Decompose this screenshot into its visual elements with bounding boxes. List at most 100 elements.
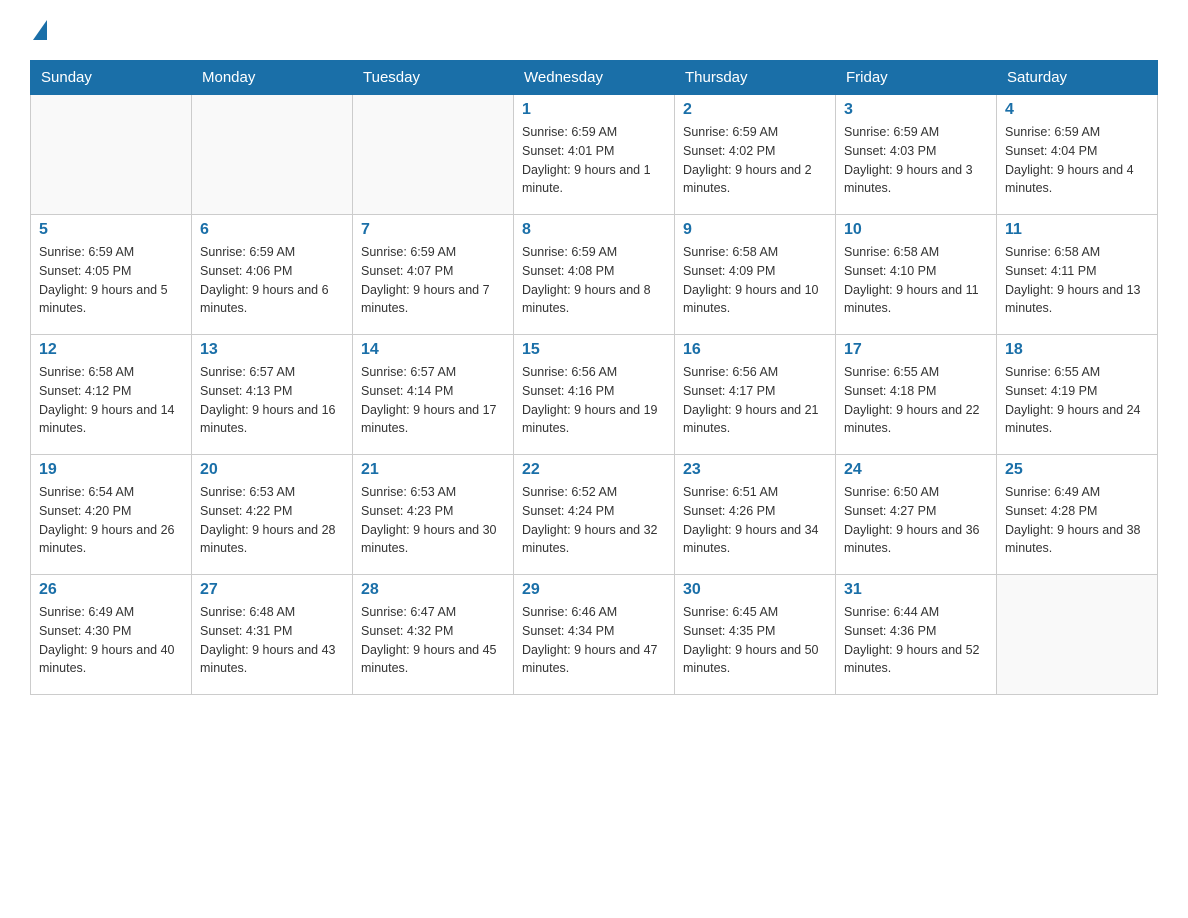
day-number: 19 [39,461,183,479]
week-row-1: 1Sunrise: 6:59 AMSunset: 4:01 PMDaylight… [31,95,1158,215]
day-number: 17 [844,341,988,359]
calendar-cell: 6 Sunrise: 6:59 AMSunset: 4:06 PMDaylight… [192,215,353,335]
week-row-2: 5 Sunrise: 6:59 AMSunset: 4:05 PMDaylight… [31,215,1158,335]
page-header [30,20,1158,42]
day-info: Sunrise: 6:54 AMSunset: 4:20 PMDaylight:… [39,483,183,558]
calendar-cell: 18Sunrise: 6:55 AMSunset: 4:19 PMDayligh… [997,335,1158,455]
week-row-5: 26 Sunrise: 6:49 AMSunset: 4:30 PMDayligh… [31,575,1158,695]
calendar-cell [353,95,514,215]
day-number: 8 [522,221,666,239]
calendar-cell: 30 Sunrise: 6:45 AMSunset: 4:35 PMDayligh… [675,575,836,695]
day-info: Sunrise: 6:49 AMSunset: 4:30 PMDaylight:… [39,603,183,678]
day-info: Sunrise: 6:57 AMSunset: 4:14 PMDaylight:… [361,363,505,438]
calendar-cell: 25 Sunrise: 6:49 AMSunset: 4:28 PMDayligh… [997,455,1158,575]
calendar-cell [997,575,1158,695]
calendar-cell: 3 Sunrise: 6:59 AMSunset: 4:03 PMDaylight… [836,95,997,215]
day-info: Sunrise: 6:44 AMSunset: 4:36 PMDaylight:… [844,603,988,678]
day-info: Sunrise: 6:58 AMSunset: 4:11 PMDaylight:… [1005,243,1149,318]
day-number: 14 [361,341,505,359]
calendar-cell: 22Sunrise: 6:52 AMSunset: 4:24 PMDayligh… [514,455,675,575]
day-info: Sunrise: 6:48 AMSunset: 4:31 PMDaylight:… [200,603,344,678]
calendar-cell: 27 Sunrise: 6:48 AMSunset: 4:31 PMDayligh… [192,575,353,695]
day-number: 5 [39,221,183,239]
calendar-cell: 17 Sunrise: 6:55 AMSunset: 4:18 PMDayligh… [836,335,997,455]
day-info: Sunrise: 6:57 AMSunset: 4:13 PMDaylight:… [200,363,344,438]
calendar-cell: 14 Sunrise: 6:57 AMSunset: 4:14 PMDayligh… [353,335,514,455]
calendar-header: SundayMondayTuesdayWednesdayThursdayFrid… [31,61,1158,95]
calendar-cell: 1Sunrise: 6:59 AMSunset: 4:01 PMDaylight… [514,95,675,215]
calendar-cell: 2 Sunrise: 6:59 AMSunset: 4:02 PMDaylight… [675,95,836,215]
day-number: 25 [1005,461,1149,479]
day-number: 24 [844,461,988,479]
day-number: 30 [683,581,827,599]
week-row-4: 19 Sunrise: 6:54 AMSunset: 4:20 PMDayligh… [31,455,1158,575]
day-info: Sunrise: 6:56 AMSunset: 4:16 PMDaylight:… [522,363,666,438]
header-day-monday: Monday [192,61,353,95]
day-info: Sunrise: 6:55 AMSunset: 4:18 PMDaylight:… [844,363,988,438]
calendar-cell: 23 Sunrise: 6:51 AMSunset: 4:26 PMDayligh… [675,455,836,575]
day-info: Sunrise: 6:59 AMSunset: 4:03 PMDaylight:… [844,123,988,198]
day-info: Sunrise: 6:59 AMSunset: 4:02 PMDaylight:… [683,123,827,198]
header-day-wednesday: Wednesday [514,61,675,95]
day-number: 6 [200,221,344,239]
calendar-cell: 15 Sunrise: 6:56 AMSunset: 4:16 PMDayligh… [514,335,675,455]
day-number: 22 [522,461,666,479]
day-number: 29 [522,581,666,599]
header-day-thursday: Thursday [675,61,836,95]
day-info: Sunrise: 6:59 AMSunset: 4:07 PMDaylight:… [361,243,505,318]
day-number: 20 [200,461,344,479]
calendar-table: SundayMondayTuesdayWednesdayThursdayFrid… [30,60,1158,695]
day-info: Sunrise: 6:51 AMSunset: 4:26 PMDaylight:… [683,483,827,558]
calendar-cell: 8 Sunrise: 6:59 AMSunset: 4:08 PMDaylight… [514,215,675,335]
header-day-tuesday: Tuesday [353,61,514,95]
calendar-cell: 12 Sunrise: 6:58 AMSunset: 4:12 PMDayligh… [31,335,192,455]
header-row: SundayMondayTuesdayWednesdayThursdayFrid… [31,61,1158,95]
calendar-cell: 29 Sunrise: 6:46 AMSunset: 4:34 PMDayligh… [514,575,675,695]
day-number: 7 [361,221,505,239]
header-day-friday: Friday [836,61,997,95]
calendar-cell: 5 Sunrise: 6:59 AMSunset: 4:05 PMDaylight… [31,215,192,335]
day-info: Sunrise: 6:53 AMSunset: 4:23 PMDaylight:… [361,483,505,558]
day-info: Sunrise: 6:55 AMSunset: 4:19 PMDaylight:… [1005,363,1149,438]
logo [30,20,47,42]
calendar-cell: 31 Sunrise: 6:44 AMSunset: 4:36 PMDayligh… [836,575,997,695]
day-number: 4 [1005,101,1149,119]
day-number: 16 [683,341,827,359]
calendar-cell: 28Sunrise: 6:47 AMSunset: 4:32 PMDayligh… [353,575,514,695]
calendar-cell: 4 Sunrise: 6:59 AMSunset: 4:04 PMDaylight… [997,95,1158,215]
day-number: 2 [683,101,827,119]
day-info: Sunrise: 6:59 AMSunset: 4:08 PMDaylight:… [522,243,666,318]
day-number: 31 [844,581,988,599]
week-row-3: 12 Sunrise: 6:58 AMSunset: 4:12 PMDayligh… [31,335,1158,455]
day-number: 3 [844,101,988,119]
calendar-cell: 11 Sunrise: 6:58 AMSunset: 4:11 PMDayligh… [997,215,1158,335]
day-number: 12 [39,341,183,359]
calendar-cell: 13 Sunrise: 6:57 AMSunset: 4:13 PMDayligh… [192,335,353,455]
calendar-cell [31,95,192,215]
calendar-cell: 21Sunrise: 6:53 AMSunset: 4:23 PMDayligh… [353,455,514,575]
day-info: Sunrise: 6:47 AMSunset: 4:32 PMDaylight:… [361,603,505,678]
calendar-cell: 26 Sunrise: 6:49 AMSunset: 4:30 PMDayligh… [31,575,192,695]
day-number: 13 [200,341,344,359]
day-info: Sunrise: 6:49 AMSunset: 4:28 PMDaylight:… [1005,483,1149,558]
day-number: 15 [522,341,666,359]
calendar-cell: 10 Sunrise: 6:58 AMSunset: 4:10 PMDayligh… [836,215,997,335]
day-info: Sunrise: 6:59 AMSunset: 4:04 PMDaylight:… [1005,123,1149,198]
day-number: 10 [844,221,988,239]
day-info: Sunrise: 6:59 AMSunset: 4:05 PMDaylight:… [39,243,183,318]
day-info: Sunrise: 6:59 AMSunset: 4:01 PMDaylight:… [522,123,666,198]
day-info: Sunrise: 6:58 AMSunset: 4:10 PMDaylight:… [844,243,988,318]
header-day-saturday: Saturday [997,61,1158,95]
calendar-cell: 16Sunrise: 6:56 AMSunset: 4:17 PMDayligh… [675,335,836,455]
day-number: 11 [1005,221,1149,239]
day-number: 27 [200,581,344,599]
day-info: Sunrise: 6:46 AMSunset: 4:34 PMDaylight:… [522,603,666,678]
day-info: Sunrise: 6:45 AMSunset: 4:35 PMDaylight:… [683,603,827,678]
calendar-cell [192,95,353,215]
day-number: 23 [683,461,827,479]
day-number: 26 [39,581,183,599]
day-number: 9 [683,221,827,239]
day-info: Sunrise: 6:58 AMSunset: 4:12 PMDaylight:… [39,363,183,438]
day-info: Sunrise: 6:59 AMSunset: 4:06 PMDaylight:… [200,243,344,318]
calendar-cell: 24Sunrise: 6:50 AMSunset: 4:27 PMDayligh… [836,455,997,575]
